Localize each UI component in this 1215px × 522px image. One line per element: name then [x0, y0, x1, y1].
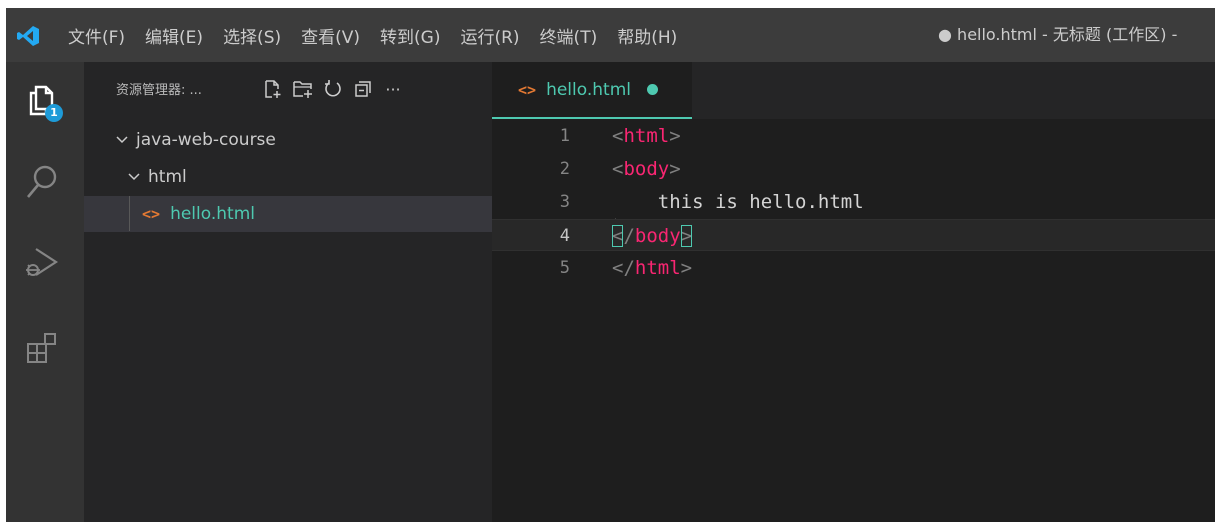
code-token: <	[612, 158, 624, 180]
code-text: </html>	[612, 252, 692, 284]
tree-item-label: hello.html	[170, 204, 255, 224]
code-text: </body>	[612, 220, 693, 252]
code-token: <	[612, 125, 624, 147]
code-line[interactable]: 4 </body>	[492, 219, 1215, 251]
activity-bar: 1	[6, 62, 84, 522]
code-token: /	[623, 225, 635, 247]
html-file-icon: <>	[518, 80, 537, 99]
line-number: 4	[559, 226, 570, 246]
code-token: >	[669, 125, 681, 147]
unsaved-dot-icon[interactable]	[646, 84, 658, 95]
code-line[interactable]: 2 <body>	[492, 153, 1215, 185]
code-token: </	[612, 257, 635, 279]
menu-run[interactable]: 运行(R)	[460, 23, 519, 48]
line-number: 3	[559, 192, 570, 212]
code-line[interactable]: 3 this is hello.html	[492, 186, 1215, 218]
menu-go[interactable]: 转到(G)	[380, 23, 440, 48]
menu-selection[interactable]: 选择(S)	[223, 23, 281, 48]
tree-item-label: html	[148, 167, 187, 187]
run-debug-activity-button[interactable]	[20, 240, 64, 284]
explorer-actions: ···	[262, 78, 412, 100]
code-editor[interactable]: 1 <html> 2 <body> 3 this is hello.html 4 </bod…	[492, 120, 1215, 522]
window-title: ● hello.html - 无标题 (工作区) -	[938, 25, 1178, 44]
collapse-all-icon	[355, 81, 371, 97]
new-file-button[interactable]	[262, 78, 284, 100]
code-token: >	[669, 158, 681, 180]
tree-item-folder[interactable]: html	[84, 159, 492, 195]
code-token: body	[634, 225, 681, 247]
explorer-title: 资源管理器: ...	[116, 83, 202, 98]
tree-item-label: java-web-course	[136, 130, 276, 150]
menu-file[interactable]: 文件(F)	[68, 23, 125, 48]
code-token: html	[634, 257, 681, 279]
html-file-icon: <>	[142, 205, 161, 223]
menu-bar: 文件(F) 编辑(E) 选择(S) 查看(V) 转到(G) 运行(R) 终端(T…	[68, 8, 697, 62]
tree-item-file[interactable]: <> hello.html	[84, 196, 492, 232]
code-token: this is hello.html	[612, 191, 864, 213]
code-text: this is hello.html	[612, 186, 864, 218]
refresh-icon	[325, 80, 341, 97]
editor-tabs: <> hello.html	[492, 62, 1215, 119]
code-token: body	[623, 158, 670, 180]
menu-terminal[interactable]: 终端(T)	[540, 23, 598, 48]
code-text: <html>	[612, 120, 681, 152]
vscode-window: 文件(F) 编辑(E) 选择(S) 查看(V) 转到(G) 运行(R) 终端(T…	[6, 8, 1215, 522]
vscode-logo-icon	[17, 26, 39, 46]
tab-label: hello.html	[546, 79, 631, 100]
search-icon	[27, 165, 57, 198]
more-actions-button[interactable]: ···	[382, 78, 404, 100]
tab-hello-html[interactable]: <> hello.html	[492, 62, 692, 119]
chevron-down-icon	[116, 136, 128, 144]
collapse-all-button[interactable]	[352, 78, 374, 100]
menu-edit[interactable]: 编辑(E)	[145, 23, 203, 48]
code-line[interactable]: 1 <html>	[492, 120, 1215, 152]
line-number: 5	[559, 258, 570, 278]
code-text: <body>	[612, 153, 681, 185]
menu-help[interactable]: 帮助(H)	[617, 23, 677, 48]
line-number: 2	[559, 159, 570, 179]
explorer-sidebar: 资源管理器: ... ··· java-web-course html <> h…	[84, 62, 492, 522]
search-activity-button[interactable]	[20, 160, 64, 204]
explorer-header: 资源管理器: ... ···	[84, 62, 492, 114]
code-line[interactable]: 5 </html>	[492, 252, 1215, 284]
editor-area: <> hello.html 1 <html> 2 <body> 3 this is he…	[492, 62, 1215, 522]
extensions-activity-button[interactable]	[20, 326, 64, 370]
code-token: html	[623, 125, 670, 147]
chevron-down-icon	[128, 173, 140, 181]
title-bar: 文件(F) 编辑(E) 选择(S) 查看(V) 转到(G) 运行(R) 终端(T…	[6, 8, 1215, 62]
extensions-icon	[27, 333, 56, 363]
new-file-icon	[265, 80, 281, 98]
code-token: <	[612, 225, 624, 247]
new-folder-icon	[293, 81, 312, 98]
code-token: >	[680, 257, 693, 279]
run-debug-icon	[26, 248, 59, 276]
menu-view[interactable]: 查看(V)	[301, 23, 360, 48]
code-token: >	[680, 225, 693, 247]
refresh-button[interactable]	[322, 78, 344, 100]
explorer-activity-button[interactable]: 1	[20, 78, 64, 122]
line-number: 1	[559, 126, 570, 146]
explorer-badge: 1	[45, 104, 63, 122]
tree-item-root[interactable]: java-web-course	[84, 122, 492, 158]
new-folder-button[interactable]	[292, 78, 314, 100]
indent-guide	[129, 196, 130, 231]
